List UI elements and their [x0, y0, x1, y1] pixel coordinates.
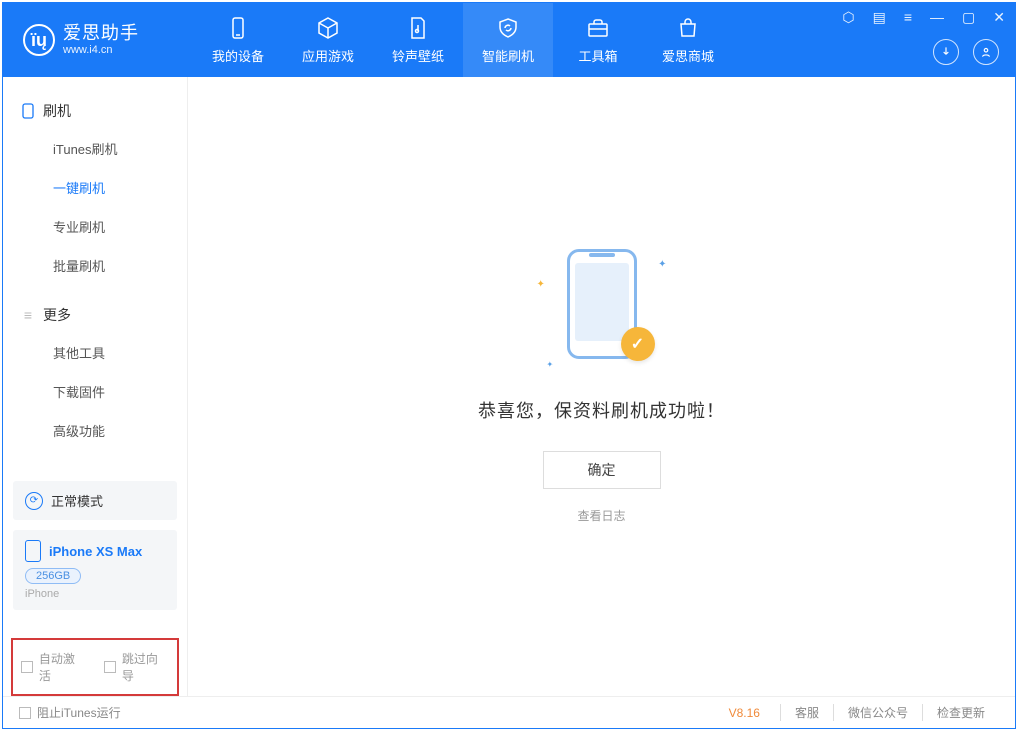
- phone-screen-icon: [575, 263, 629, 341]
- nav-label: 应用游戏: [302, 46, 354, 65]
- nav-store[interactable]: 爱思商城: [643, 3, 733, 77]
- success-message: 恭喜您，保资料刷机成功啦！: [478, 397, 725, 423]
- checkbox-label: 阻止iTunes运行: [37, 704, 121, 721]
- music-file-icon: [406, 16, 430, 40]
- view-log-link[interactable]: 查看日志: [577, 507, 625, 524]
- nav-ringtones-wallpapers[interactable]: 铃声壁纸: [373, 3, 463, 77]
- download-icon: [939, 45, 953, 59]
- nav-smart-flash[interactable]: 智能刷机: [463, 3, 553, 77]
- nav-label: 工具箱: [578, 46, 617, 65]
- sidebar-scroll: 刷机 iTunes刷机 一键刷机 专业刷机 批量刷机 ≡ 更多 其他工具 下载固…: [3, 77, 187, 471]
- minimize-button[interactable]: —: [926, 7, 948, 28]
- phone-small-icon: [21, 104, 35, 118]
- body: 刷机 iTunes刷机 一键刷机 专业刷机 批量刷机 ≡ 更多 其他工具 下载固…: [3, 77, 1015, 696]
- toolbox-icon: [586, 16, 610, 40]
- top-nav: 我的设备 应用游戏 铃声壁纸 智能刷机 工具箱 爱思商城: [193, 3, 733, 77]
- sidebar: 刷机 iTunes刷机 一键刷机 专业刷机 批量刷机 ≡ 更多 其他工具 下载固…: [3, 77, 188, 696]
- menu-lines-icon: ≡: [21, 308, 35, 322]
- checkbox-icon: [104, 661, 116, 673]
- nav-label: 我的设备: [212, 46, 264, 65]
- mode-panel[interactable]: ⟳ 正常模式: [13, 481, 177, 520]
- sidebar-item-pro-flash[interactable]: 专业刷机: [3, 207, 187, 246]
- nav-label: 铃声壁纸: [392, 46, 444, 65]
- sparkle-icon: ✦: [658, 259, 666, 270]
- phone-outline-icon: [25, 540, 41, 562]
- sparkle-icon: ✦: [537, 279, 545, 290]
- window-controls: ⬡ ▤ ≡ — ▢ ✕: [838, 7, 1009, 28]
- device-name: iPhone XS Max: [49, 544, 142, 559]
- options-box: 自动激活 跳过向导: [11, 638, 179, 696]
- close-button[interactable]: ✕: [989, 7, 1009, 28]
- logo-text: 爱思助手 www.i4.cn: [63, 24, 139, 56]
- checkbox-skip-guide[interactable]: 跳过向导: [104, 650, 169, 684]
- version-label: V8.16: [729, 706, 760, 720]
- nav-my-device[interactable]: 我的设备: [193, 3, 283, 77]
- nav-apps-games[interactable]: 应用游戏: [283, 3, 373, 77]
- checkbox-icon: [19, 707, 31, 719]
- user-icon: [979, 45, 993, 59]
- nav-label: 智能刷机: [482, 46, 534, 65]
- maximize-button[interactable]: ▢: [958, 7, 979, 28]
- device-icon: [226, 16, 250, 40]
- download-button[interactable]: [933, 39, 959, 65]
- group-title: 更多: [43, 305, 71, 325]
- sidebar-group-more: ≡ 更多: [3, 297, 187, 333]
- nav-label: 爱思商城: [662, 46, 714, 65]
- app-subtitle: www.i4.cn: [63, 44, 139, 56]
- footer-link-update[interactable]: 检查更新: [922, 704, 999, 721]
- menu-icon[interactable]: ≡: [900, 7, 916, 28]
- list-icon[interactable]: ▤: [869, 7, 890, 28]
- sidebar-item-itunes-flash[interactable]: iTunes刷机: [3, 129, 187, 168]
- logo-icon: ïų: [23, 24, 55, 56]
- sidebar-group-flash: 刷机: [3, 93, 187, 129]
- check-badge-icon: ✓: [621, 327, 655, 361]
- refresh-shield-icon: [496, 16, 520, 40]
- header: ïų 爱思助手 www.i4.cn 我的设备 应用游戏 铃声壁纸 智能刷机: [3, 3, 1015, 77]
- header-right: [933, 39, 999, 65]
- group-title: 刷机: [43, 101, 71, 121]
- storage-badge: 256GB: [25, 568, 81, 584]
- device-panels: ⟳ 正常模式 iPhone XS Max 256GB iPhone: [3, 471, 187, 630]
- sidebar-item-download-firmware[interactable]: 下载固件: [3, 372, 187, 411]
- phone-notch-icon: [589, 253, 615, 257]
- bag-icon: [676, 16, 700, 40]
- main-content: ✦ ✦ ✦ ✓ 恭喜您，保资料刷机成功啦！ 确定 查看日志: [188, 77, 1015, 696]
- logo-area: ïų 爱思助手 www.i4.cn: [3, 24, 193, 56]
- mode-label: 正常模式: [51, 491, 103, 510]
- success-illustration: ✦ ✦ ✦ ✓: [527, 249, 677, 369]
- mode-icon: ⟳: [25, 492, 43, 510]
- sidebar-item-other-tools[interactable]: 其他工具: [3, 333, 187, 372]
- device-panel[interactable]: iPhone XS Max 256GB iPhone: [13, 530, 177, 610]
- cube-icon: [316, 16, 340, 40]
- checkbox-label: 跳过向导: [122, 650, 169, 684]
- device-type: iPhone: [25, 588, 165, 600]
- checkbox-icon: [21, 661, 33, 673]
- footer-link-support[interactable]: 客服: [780, 704, 833, 721]
- ok-button[interactable]: 确定: [543, 451, 661, 489]
- sidebar-item-oneclick-flash[interactable]: 一键刷机: [3, 168, 187, 207]
- checkbox-auto-activate[interactable]: 自动激活: [21, 650, 86, 684]
- shirt-icon[interactable]: ⬡: [838, 7, 858, 28]
- sidebar-item-advanced[interactable]: 高级功能: [3, 411, 187, 450]
- sidebar-item-batch-flash[interactable]: 批量刷机: [3, 246, 187, 285]
- footer: 阻止iTunes运行 V8.16 客服 微信公众号 检查更新: [3, 696, 1015, 728]
- sparkle-icon: ✦: [547, 360, 554, 369]
- checkbox-block-itunes[interactable]: 阻止iTunes运行: [19, 704, 121, 721]
- footer-link-wechat[interactable]: 微信公众号: [833, 704, 922, 721]
- account-button[interactable]: [973, 39, 999, 65]
- app-window: ïų 爱思助手 www.i4.cn 我的设备 应用游戏 铃声壁纸 智能刷机: [2, 2, 1016, 729]
- nav-toolbox[interactable]: 工具箱: [553, 3, 643, 77]
- app-title: 爱思助手: [63, 24, 139, 44]
- checkbox-label: 自动激活: [39, 650, 86, 684]
